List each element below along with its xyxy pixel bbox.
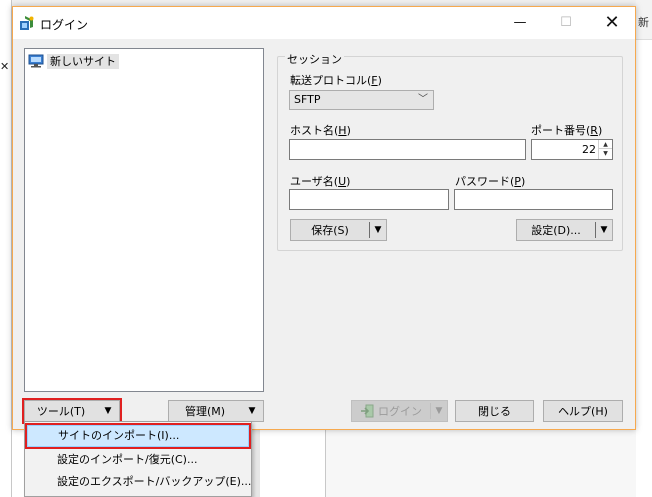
stepper-down-icon[interactable]: ▼ <box>599 149 612 158</box>
background-text-glyph: 新 <box>638 16 649 29</box>
login-button[interactable]: ログイン ▼ <box>351 400 448 422</box>
background-close-glyph: ✕ <box>0 60 10 73</box>
advanced-dropdown-arrow-icon[interactable]: ▼ <box>596 225 612 235</box>
help-button[interactable]: ヘルプ(H) <box>543 400 623 422</box>
save-button[interactable]: 保存(S) ▼ <box>290 219 387 241</box>
tree-item-label: 新しいサイト <box>47 53 119 69</box>
site-tree[interactable]: 新しいサイト <box>24 48 264 392</box>
username-input[interactable] <box>289 189 449 210</box>
tools-dropdown-arrow-icon[interactable]: ▼ <box>97 406 119 416</box>
login-icon <box>361 404 374 418</box>
background-scrollbar <box>252 430 260 497</box>
session-legend: セッション <box>285 51 344 67</box>
menu-item-export-backup-config[interactable]: 設定のエクスポート/バックアップ(E)... <box>27 471 251 493</box>
tools-button[interactable]: ツール(T) ▼ <box>22 398 122 424</box>
port-stepper-arrows[interactable]: ▲ ▼ <box>598 140 612 159</box>
password-label: パスワード(P) <box>455 175 526 188</box>
background-window-left: ✕ <box>0 0 12 497</box>
host-label: ホスト名(H) <box>290 124 351 137</box>
title-bar: ログイン — ☐ ✕ <box>13 7 635 39</box>
background-panel <box>325 430 636 497</box>
login-dropdown-arrow-icon: ▼ <box>435 406 443 416</box>
tree-item-new-site[interactable]: 新しいサイト <box>28 53 119 69</box>
password-input[interactable] <box>454 189 613 210</box>
advanced-button[interactable]: 設定(D)... ▼ <box>516 219 613 241</box>
protocol-label: 転送プロトコル(F) <box>290 74 382 87</box>
maximize-button[interactable]: ☐ <box>543 7 589 37</box>
chevron-down-icon: ﹀ <box>418 94 428 105</box>
stepper-up-icon[interactable]: ▲ <box>599 140 612 149</box>
save-dropdown-arrow-icon[interactable]: ▼ <box>370 225 386 235</box>
menu-item-import-restore-config[interactable]: 設定のインポート/復元(C)... <box>27 449 249 471</box>
menu-item-import-sites[interactable]: サイトのインポート(I)... <box>27 425 249 447</box>
protocol-select[interactable]: SFTP ﹀ <box>289 90 434 110</box>
manage-dropdown-arrow-icon[interactable]: ▼ <box>241 406 263 416</box>
background-window-right: 新 <box>636 0 652 497</box>
protocol-value: SFTP <box>294 93 321 106</box>
close-button[interactable]: 閉じる <box>455 400 534 422</box>
monitor-icon <box>28 54 44 68</box>
minimize-button[interactable]: — <box>497 7 543 37</box>
port-label: ポート番号(R) <box>531 124 603 137</box>
manage-button[interactable]: 管理(M) ▼ <box>168 400 264 422</box>
login-dialog: ログイン — ☐ ✕ 新しいサイト セッション 転送プロトコル(F) SFTP … <box>12 6 636 430</box>
host-input[interactable] <box>289 139 526 160</box>
winscp-app-icon <box>20 16 34 30</box>
port-stepper[interactable]: 22 ▲ ▼ <box>531 139 613 160</box>
close-window-button[interactable]: ✕ <box>589 7 635 37</box>
user-label: ユーザ名(U) <box>290 175 351 188</box>
tools-menu: サイトのインポート(I)... 設定のインポート/復元(C)... 設定のエクス… <box>24 421 252 497</box>
window-title: ログイン <box>40 18 89 32</box>
login-label: ログイン <box>378 405 422 418</box>
port-value: 22 <box>582 143 596 156</box>
